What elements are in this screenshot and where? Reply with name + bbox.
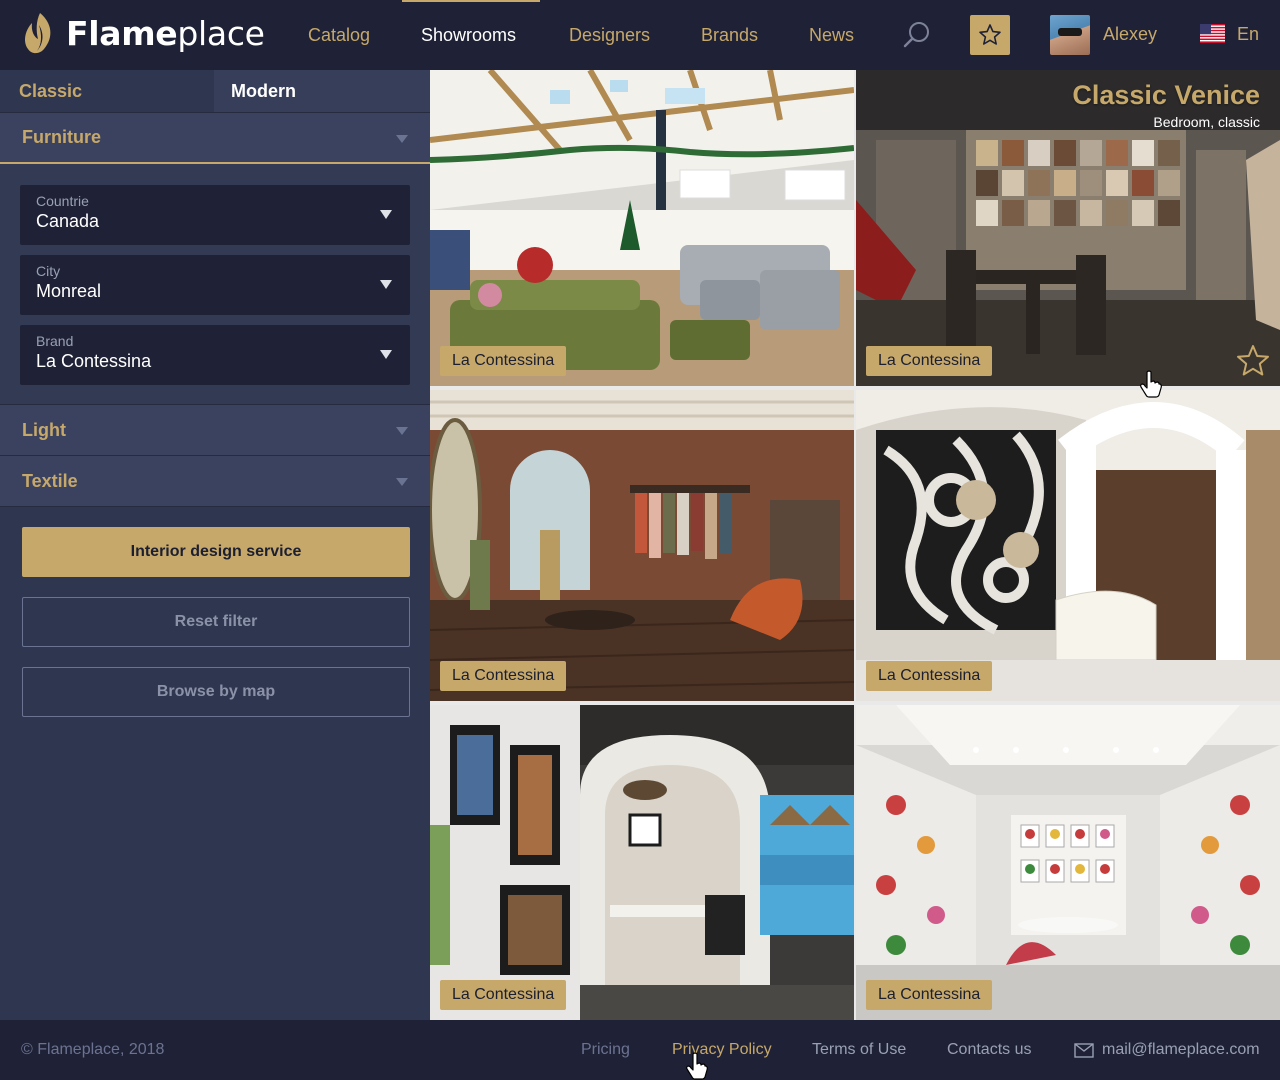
hand-cursor-icon xyxy=(686,1052,708,1080)
showroom-card[interactable]: La Contessina xyxy=(430,705,854,1020)
accordion-light[interactable]: Light xyxy=(0,404,430,456)
nav-brands[interactable]: Brands xyxy=(701,25,758,46)
nav-catalog[interactable]: Catalog xyxy=(308,25,370,46)
caret-down-icon xyxy=(380,280,392,289)
showroom-card[interactable]: La Contessina xyxy=(856,705,1280,1020)
nav-news[interactable]: News xyxy=(809,25,854,46)
showroom-photo xyxy=(430,390,854,701)
footer: © Flameplace, 2018 Pricing Privacy Polic… xyxy=(0,1020,1280,1080)
flame-logo-icon xyxy=(25,13,51,54)
user-name[interactable]: Alexey xyxy=(1103,24,1157,45)
divider xyxy=(0,506,430,507)
showroom-photo xyxy=(856,705,1280,1020)
furniture-filters: Countrie Canada City Monreal Brand La Co… xyxy=(0,164,430,404)
brand-badge: La Contessina xyxy=(866,346,993,376)
hand-cursor-icon xyxy=(1140,370,1162,398)
accordion-textile-label: Textile xyxy=(22,471,78,491)
accordion-furniture[interactable]: Furniture xyxy=(0,112,430,164)
showroom-photo xyxy=(430,705,854,1020)
country-select[interactable]: Countrie Canada xyxy=(20,185,410,245)
brand-select-value: La Contessina xyxy=(36,351,152,371)
showroom-grid: La Contessina Classic Venice Bedroom, cl… xyxy=(430,70,1280,1020)
accordion-light-label: Light xyxy=(22,420,66,440)
showroom-photo xyxy=(430,70,854,386)
showroom-card[interactable]: La Contessina xyxy=(856,390,1280,701)
caret-down-icon xyxy=(380,210,392,219)
mail-icon xyxy=(1074,1043,1094,1058)
chevron-down-icon xyxy=(396,478,408,486)
brand-select-label: Brand xyxy=(36,333,74,349)
showroom-card[interactable]: La Contessina xyxy=(430,390,854,701)
style-toggle-modern[interactable]: Modern xyxy=(214,70,430,112)
browse-by-map-button[interactable]: Browse by map xyxy=(22,667,410,717)
chevron-down-icon xyxy=(396,135,408,143)
brand-badge: La Contessina xyxy=(440,346,567,376)
caret-down-icon xyxy=(380,350,392,359)
search-icon[interactable] xyxy=(902,20,932,50)
showroom-card[interactable]: Classic Venice Bedroom, classic La Conte… xyxy=(856,70,1280,386)
star-icon[interactable] xyxy=(1236,344,1270,378)
showroom-photo xyxy=(856,390,1280,701)
country-select-label: Countrie xyxy=(36,193,89,209)
interior-design-service-button[interactable]: Interior design service xyxy=(22,527,410,577)
city-select-value: Monreal xyxy=(36,281,102,301)
language-selector[interactable]: En xyxy=(1237,24,1259,45)
filter-sidebar: Classic Modern Furniture Countrie Canada… xyxy=(0,70,430,1020)
brand-name: Flameplace xyxy=(66,13,265,53)
favorites-button[interactable] xyxy=(970,15,1010,55)
top-navbar: Flameplace Catalog Showrooms Designers B… xyxy=(0,0,1280,70)
chevron-down-icon xyxy=(396,427,408,435)
copyright: © Flameplace, 2018 xyxy=(21,1041,165,1058)
logo[interactable]: Flameplace xyxy=(22,10,265,56)
showroom-title: Classic Venice xyxy=(1072,80,1260,110)
footer-link-contacts-us[interactable]: Contacts us xyxy=(947,1041,1031,1059)
nav-designers[interactable]: Designers xyxy=(569,25,650,46)
city-select-label: City xyxy=(36,263,61,279)
brand-badge: La Contessina xyxy=(440,980,567,1010)
country-select-value: Canada xyxy=(36,211,100,231)
city-select[interactable]: City Monreal xyxy=(20,255,410,315)
brand-select[interactable]: Brand La Contessina xyxy=(20,325,410,385)
brand-badge: La Contessina xyxy=(866,980,993,1010)
showroom-card[interactable]: La Contessina xyxy=(430,70,854,386)
us-flag-icon[interactable] xyxy=(1200,24,1225,43)
footer-email-link[interactable]: mail@flameplace.com xyxy=(1102,1041,1260,1059)
accordion-furniture-label: Furniture xyxy=(22,127,101,147)
footer-link-pricing[interactable]: Pricing xyxy=(581,1041,630,1059)
style-toggle-classic[interactable]: Classic xyxy=(0,70,214,112)
star-icon xyxy=(979,24,1001,45)
nav-showrooms[interactable]: Showrooms xyxy=(421,25,516,46)
footer-link-terms-of-use[interactable]: Terms of Use xyxy=(812,1041,906,1059)
showroom-subtitle: Bedroom, classic xyxy=(1153,114,1260,130)
brand-badge: La Contessina xyxy=(440,661,567,691)
active-tab-indicator xyxy=(402,0,540,2)
avatar[interactable] xyxy=(1050,15,1090,55)
reset-filter-button[interactable]: Reset filter xyxy=(22,597,410,647)
brand-badge: La Contessina xyxy=(866,661,993,691)
accordion-textile[interactable]: Textile xyxy=(0,455,430,507)
